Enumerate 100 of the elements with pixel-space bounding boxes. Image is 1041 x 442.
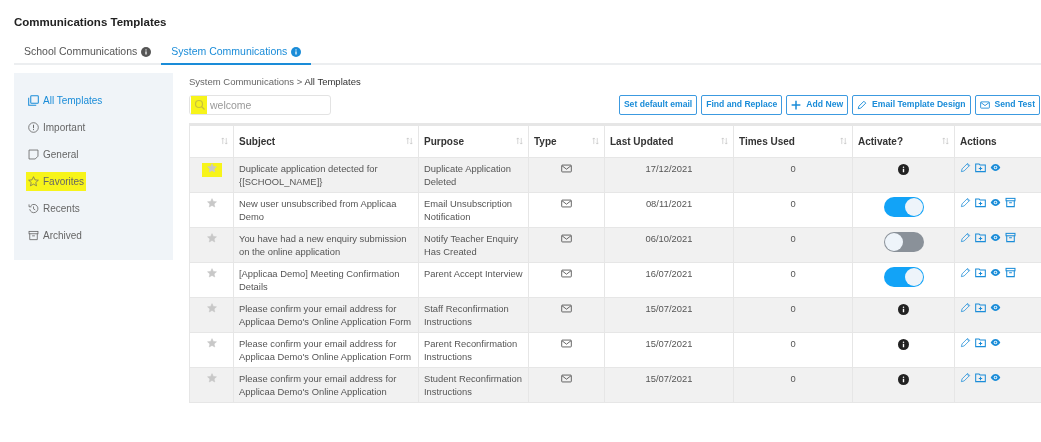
- table-cell: 0: [790, 232, 796, 244]
- table-cell: Student Reconfirmation Instructions: [424, 372, 522, 397]
- star-icon: [28, 175, 39, 187]
- toolbar-button[interactable]: Find and Replace: [701, 94, 783, 115]
- toolbar-button[interactable]: Add New: [786, 94, 849, 115]
- tab[interactable]: System Communications: [161, 43, 312, 65]
- column-header[interactable]: Subject: [239, 133, 276, 149]
- folder-icon[interactable]: [975, 196, 986, 208]
- favorite-star-icon[interactable]: [206, 372, 217, 383]
- folder-icon[interactable]: [975, 266, 986, 278]
- favorite-star-icon[interactable]: [206, 302, 217, 313]
- table-cell: Parent Accept Interview: [424, 267, 523, 279]
- edit-icon[interactable]: [960, 161, 971, 173]
- tab[interactable]: School Communications: [14, 43, 162, 65]
- envelope-icon: [561, 373, 572, 383]
- info-icon[interactable]: [898, 303, 909, 315]
- column-header[interactable]: Type: [534, 133, 557, 149]
- sort-icon[interactable]: [406, 137, 413, 146]
- table-cell: 0: [790, 162, 796, 174]
- info-icon[interactable]: [898, 373, 909, 385]
- sort-icon[interactable]: [592, 137, 599, 146]
- info-icon[interactable]: [898, 163, 909, 175]
- view-icon[interactable]: [990, 161, 1001, 173]
- favorite-star-icon[interactable]: [206, 267, 217, 278]
- table-cell: 0: [790, 372, 796, 384]
- edit-icon[interactable]: [960, 196, 971, 208]
- table-cell: 08/11/2021: [645, 197, 693, 209]
- folder-icon[interactable]: [975, 231, 986, 243]
- table-cell: Email Unsubscription Notification: [424, 197, 513, 222]
- table-cell: 15/07/2021: [645, 337, 693, 349]
- table-cell: 15/07/2021: [645, 302, 693, 314]
- table-cell: 15/07/2021: [645, 372, 693, 384]
- table-cell: 0: [790, 197, 796, 209]
- folder-icon[interactable]: [975, 336, 986, 348]
- info-icon: [291, 46, 302, 57]
- favorite-star-icon[interactable]: [206, 337, 217, 348]
- archive-icon[interactable]: [1005, 196, 1016, 208]
- search-field[interactable]: welcome: [189, 94, 331, 115]
- info-icon[interactable]: [898, 338, 909, 350]
- folder-icon[interactable]: [975, 301, 986, 313]
- table-cell: Please confirm your email address for Applicaa Demo's Online Application Form: [239, 302, 412, 327]
- envelope-icon: [561, 198, 572, 208]
- archive-icon[interactable]: [1005, 231, 1016, 243]
- folder-icon[interactable]: [975, 371, 986, 383]
- breadcrumb: System Communications > All Templates: [189, 74, 362, 89]
- archive-icon: [28, 229, 39, 241]
- table-cell: Staff Reconfirmation Instructions: [424, 302, 509, 327]
- favorite-star-icon[interactable]: [206, 162, 217, 173]
- column-header[interactable]: Purpose: [424, 133, 464, 149]
- favorite-star-icon[interactable]: [206, 232, 217, 243]
- toggle-switch[interactable]: [883, 196, 924, 217]
- mail-icon: [979, 99, 990, 110]
- edit-icon[interactable]: [960, 336, 971, 348]
- folder-icon[interactable]: [975, 161, 986, 173]
- view-icon[interactable]: [990, 371, 1001, 383]
- table-cell: New user unsubscribed from Applicaa Demo: [239, 197, 397, 222]
- edit-icon[interactable]: [960, 301, 971, 313]
- note-icon: [28, 148, 39, 160]
- table-cell: Please confirm your email address for Applicaa Demo's Online Application Form: [239, 337, 412, 362]
- toggle-switch[interactable]: [883, 231, 924, 252]
- toolbar-button[interactable]: Email Template Design: [852, 94, 971, 115]
- envelope-icon: [561, 338, 572, 348]
- edit-icon[interactable]: [960, 231, 971, 243]
- envelope-icon: [561, 268, 572, 278]
- envelope-icon: [561, 233, 572, 243]
- pencil-icon: [857, 99, 868, 110]
- sort-icon[interactable]: [221, 137, 228, 146]
- sort-icon[interactable]: [721, 137, 728, 146]
- sidebar-item[interactable]: Important: [26, 117, 88, 137]
- table-cell: Notify Teacher Enquiry Has Created: [424, 232, 519, 257]
- plus-icon: [791, 99, 802, 110]
- table-cell: 16/07/2021: [645, 267, 693, 279]
- view-icon[interactable]: [990, 301, 1001, 313]
- envelope-icon: [561, 163, 572, 173]
- table-cell: Parent Reconfirmation Instructions: [424, 337, 518, 362]
- alert-icon: [28, 121, 39, 133]
- sidebar-item[interactable]: Archived: [26, 225, 84, 245]
- envelope-icon: [561, 303, 572, 313]
- view-icon[interactable]: [990, 231, 1001, 243]
- toolbar-button[interactable]: Set default email: [618, 94, 698, 115]
- view-icon[interactable]: [990, 196, 1001, 208]
- sidebar-item[interactable]: Favorites: [26, 171, 87, 191]
- sidebar-item[interactable]: Recents: [26, 198, 82, 218]
- toggle-switch[interactable]: [883, 266, 924, 287]
- edit-icon[interactable]: [960, 371, 971, 383]
- sidebar-item[interactable]: General: [26, 144, 81, 164]
- view-icon[interactable]: [990, 266, 1001, 278]
- sort-icon[interactable]: [942, 137, 949, 146]
- edit-icon[interactable]: [960, 266, 971, 278]
- table-cell: Duplicate application detected for {[SCHOOL_NAME]}: [239, 162, 378, 187]
- view-icon[interactable]: [990, 336, 1001, 348]
- page-title: Communications Templates: [14, 16, 168, 30]
- copy-icon: [28, 94, 39, 106]
- sort-icon[interactable]: [840, 137, 847, 146]
- sort-icon[interactable]: [516, 137, 523, 146]
- favorite-star-icon[interactable]: [206, 197, 217, 208]
- toolbar-button[interactable]: Send Test: [974, 94, 1040, 115]
- table-cell: 0: [790, 302, 796, 314]
- sidebar-item[interactable]: All Templates: [26, 90, 105, 110]
- archive-icon[interactable]: [1005, 266, 1016, 278]
